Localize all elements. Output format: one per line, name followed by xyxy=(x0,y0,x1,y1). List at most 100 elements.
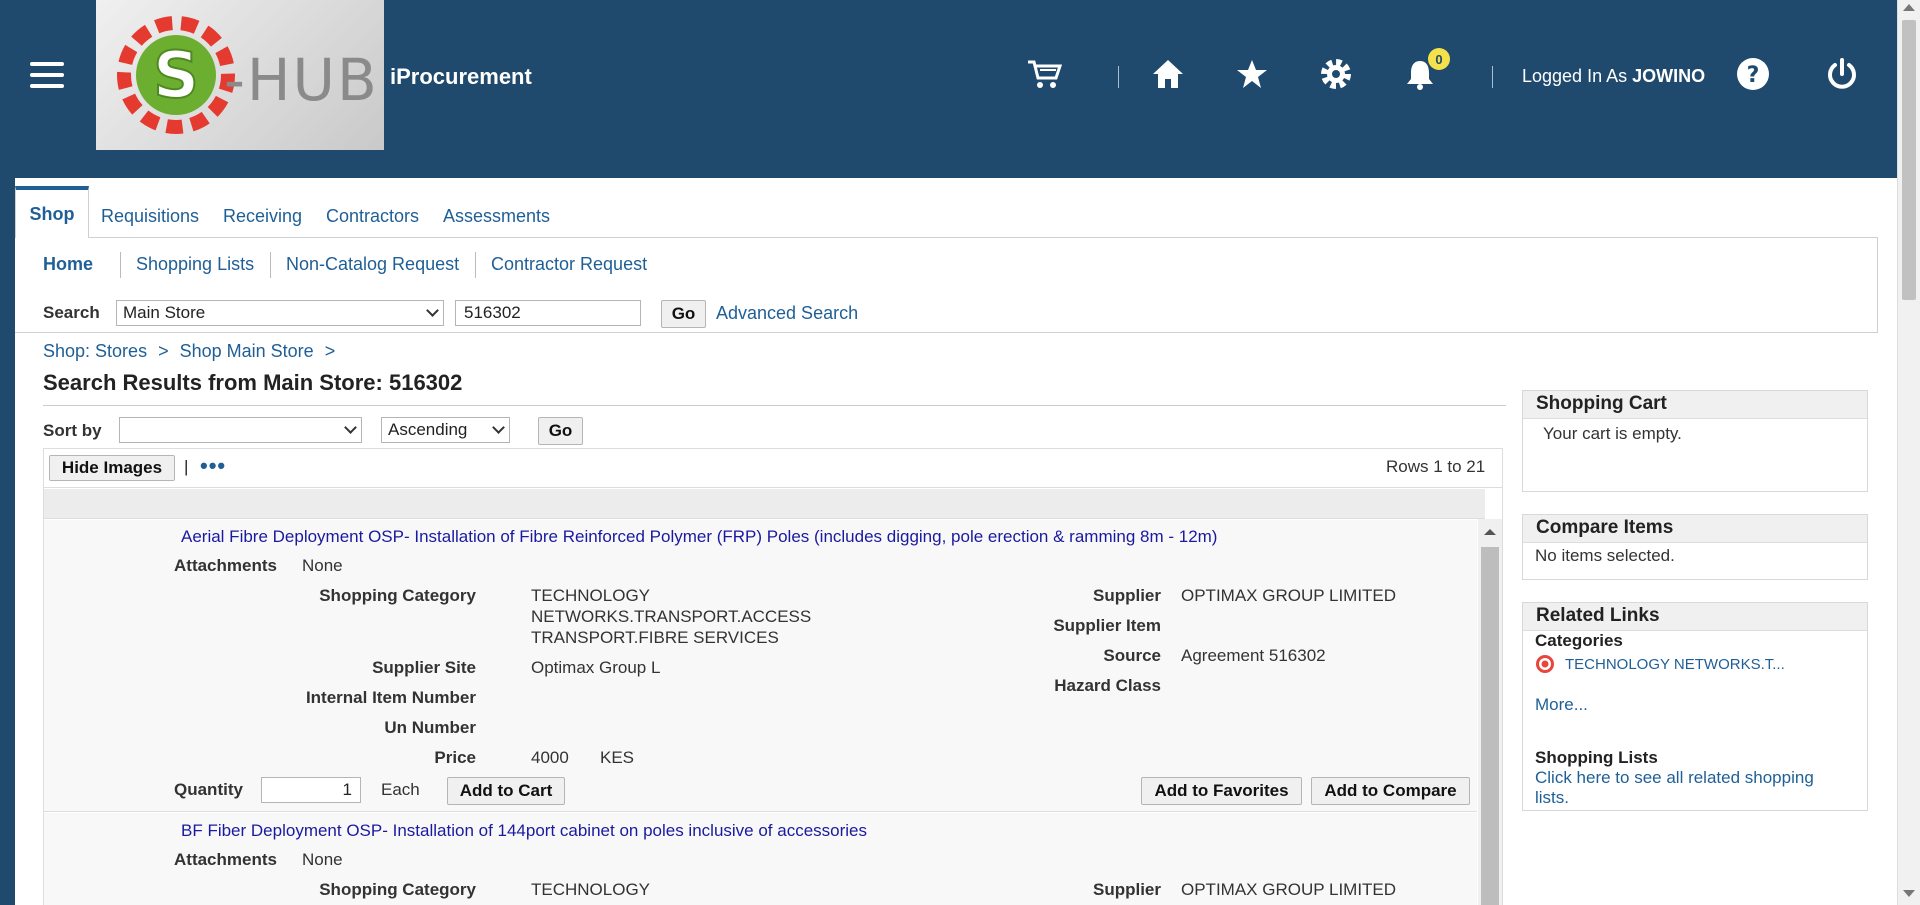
page-scrollbar[interactable] xyxy=(1897,0,1920,905)
quantity-input[interactable]: 1 xyxy=(261,777,361,803)
chevron-down-icon xyxy=(492,421,505,434)
add-to-compare-button[interactable]: Add to Compare xyxy=(1311,777,1470,805)
related-shopping-lists-link[interactable]: Click here to see all related shopping li… xyxy=(1535,768,1814,808)
item-title-link[interactable]: Aerial Fibre Deployment OSP- Installatio… xyxy=(181,527,1217,547)
shopping-category-label: Shopping Category xyxy=(319,880,476,899)
categories-label: Categories xyxy=(1535,631,1623,650)
shopping-category-line: TECHNOLOGY xyxy=(531,586,651,605)
app-name: iProcurement xyxy=(390,64,532,89)
subnav-divider xyxy=(475,252,476,278)
rows-count: Rows 1 to 21 xyxy=(1386,457,1486,476)
chevron-down-icon xyxy=(426,304,439,317)
sort-order-select[interactable]: Ascending xyxy=(381,417,510,443)
store-select[interactable]: Main Store xyxy=(116,300,444,326)
add-to-favorites-button[interactable]: Add to Favorites xyxy=(1141,777,1302,805)
header-divider xyxy=(1492,66,1493,88)
gear-icon[interactable] xyxy=(1314,52,1358,96)
subnav-home[interactable]: Home xyxy=(43,254,93,275)
chevron-down-icon xyxy=(344,421,357,434)
subnav-contractor-request[interactable]: Contractor Request xyxy=(491,254,647,275)
results-toolbar xyxy=(43,448,1503,488)
source-value: Agreement 516302 xyxy=(1181,646,1326,665)
search-go-button[interactable]: Go xyxy=(661,300,706,328)
subnav-shopping-lists[interactable]: Shopping Lists xyxy=(136,254,254,275)
subnav-divider xyxy=(120,252,121,278)
tab-receiving[interactable]: Receiving xyxy=(223,206,302,227)
uom-value: Each xyxy=(381,780,420,799)
price-value: 4000 xyxy=(531,748,569,767)
shopping-category-label: Shopping Category xyxy=(319,586,476,605)
hide-images-button[interactable]: Hide Images xyxy=(49,455,175,481)
supplier-label: Supplier xyxy=(1092,586,1161,605)
star-icon[interactable] xyxy=(1230,52,1274,96)
cart-icon[interactable] xyxy=(1022,52,1066,96)
more-categories-link[interactable]: More... xyxy=(1535,695,1588,715)
price-label: Price xyxy=(434,748,476,767)
sort-by-select[interactable] xyxy=(119,417,362,443)
shopping-cart-title: Shopping Cart xyxy=(1523,391,1867,419)
logged-in-user: Logged In As JOWINO xyxy=(1522,66,1705,87)
related-links-panel: Related Links Categories TECHNOLOGY NETW… xyxy=(1522,602,1868,811)
shopping-category-line: TRANSPORT.FIBRE SERVICES xyxy=(531,628,779,647)
attachments-label: Attachments xyxy=(174,850,277,869)
tab-assessments[interactable]: Assessments xyxy=(443,206,550,227)
breadcrumb: Shop: Stores > Shop Main Store > xyxy=(43,341,341,362)
power-icon[interactable] xyxy=(1820,52,1864,96)
svg-text:-HUB: -HUB xyxy=(224,46,379,114)
compare-items-panel: Compare Items No items selected. xyxy=(1522,514,1868,580)
hazard-class-label: Hazard Class xyxy=(1054,676,1161,695)
title-divider xyxy=(43,405,1506,406)
source-label: Source xyxy=(1103,646,1161,665)
search-input[interactable]: 516302 xyxy=(455,300,641,326)
supplier-site-label: Supplier Site xyxy=(372,658,476,677)
cart-empty-text: Your cart is empty. xyxy=(1543,424,1682,443)
sort-by-label: Sort by xyxy=(43,421,102,440)
more-actions-icon[interactable]: ••• xyxy=(200,453,226,479)
supplier-value: OPTIMAX GROUP LIMITED xyxy=(1181,880,1397,899)
shopping-category-line: NETWORKS.TRANSPORT.ACCESS xyxy=(531,607,812,626)
subnav-divider xyxy=(270,252,271,278)
tab-contractors[interactable]: Contractors xyxy=(326,206,419,227)
notification-badge: 0 xyxy=(1428,48,1450,70)
breadcrumb-separator: > xyxy=(324,341,336,361)
breadcrumb-separator: > xyxy=(158,341,169,361)
shopping-lists-label: Shopping Lists xyxy=(1535,748,1658,767)
logged-in-prefix: Logged In As xyxy=(1522,66,1628,86)
page-title: Search Results from Main Store: 516302 xyxy=(43,370,463,395)
breadcrumb-shop-main-store[interactable]: Shop Main Store xyxy=(180,341,314,361)
home-icon[interactable] xyxy=(1146,52,1190,96)
header-divider xyxy=(1118,66,1119,88)
category-link[interactable]: TECHNOLOGY NETWORKS.T... xyxy=(1565,656,1785,673)
compare-empty-text: No items selected. xyxy=(1535,546,1675,565)
subnav-non-catalog-request[interactable]: Non-Catalog Request xyxy=(286,254,459,275)
result-item: BF Fiber Deployment OSP- Installation of… xyxy=(44,813,1477,905)
breadcrumb-shop-stores[interactable]: Shop: Stores xyxy=(43,341,147,361)
supplier-value: OPTIMAX GROUP LIMITED xyxy=(1181,586,1397,605)
supplier-site-value: Optimax Group L xyxy=(531,658,661,677)
advanced-search-link[interactable]: Advanced Search xyxy=(716,303,858,324)
shopping-category-line: TECHNOLOGY xyxy=(531,880,651,899)
related-links-title: Related Links xyxy=(1523,603,1867,631)
supplier-label: Supplier xyxy=(1092,880,1161,899)
add-to-cart-button[interactable]: Add to Cart xyxy=(447,777,565,805)
attachments-value: None xyxy=(302,556,343,575)
item-title-link[interactable]: BF Fiber Deployment OSP- Installation of… xyxy=(181,821,867,841)
related-shopping-lists-line: Click here to see all related shopping xyxy=(1535,768,1814,787)
attachments-value: None xyxy=(302,850,343,869)
un-number-label: Un Number xyxy=(384,718,476,737)
username: JOWINO xyxy=(1632,66,1706,86)
results-scrollbar[interactable] xyxy=(1478,519,1502,905)
search-label: Search xyxy=(43,303,100,322)
sort-order-value: Ascending xyxy=(388,420,468,439)
help-icon[interactable]: ? xyxy=(1731,52,1775,96)
sort-go-button[interactable]: Go xyxy=(538,417,583,445)
currency-value: KES xyxy=(600,748,635,767)
results-header-bar xyxy=(44,489,1485,519)
store-select-value: Main Store xyxy=(123,303,206,322)
compare-items-title: Compare Items xyxy=(1523,515,1867,543)
tab-shop[interactable]: Shop xyxy=(15,186,89,238)
quantity-label: Quantity xyxy=(174,780,243,799)
tab-requisitions[interactable]: Requisitions xyxy=(101,206,199,227)
menu-icon[interactable] xyxy=(30,62,64,88)
related-shopping-lists-line: lists. xyxy=(1535,788,1569,807)
